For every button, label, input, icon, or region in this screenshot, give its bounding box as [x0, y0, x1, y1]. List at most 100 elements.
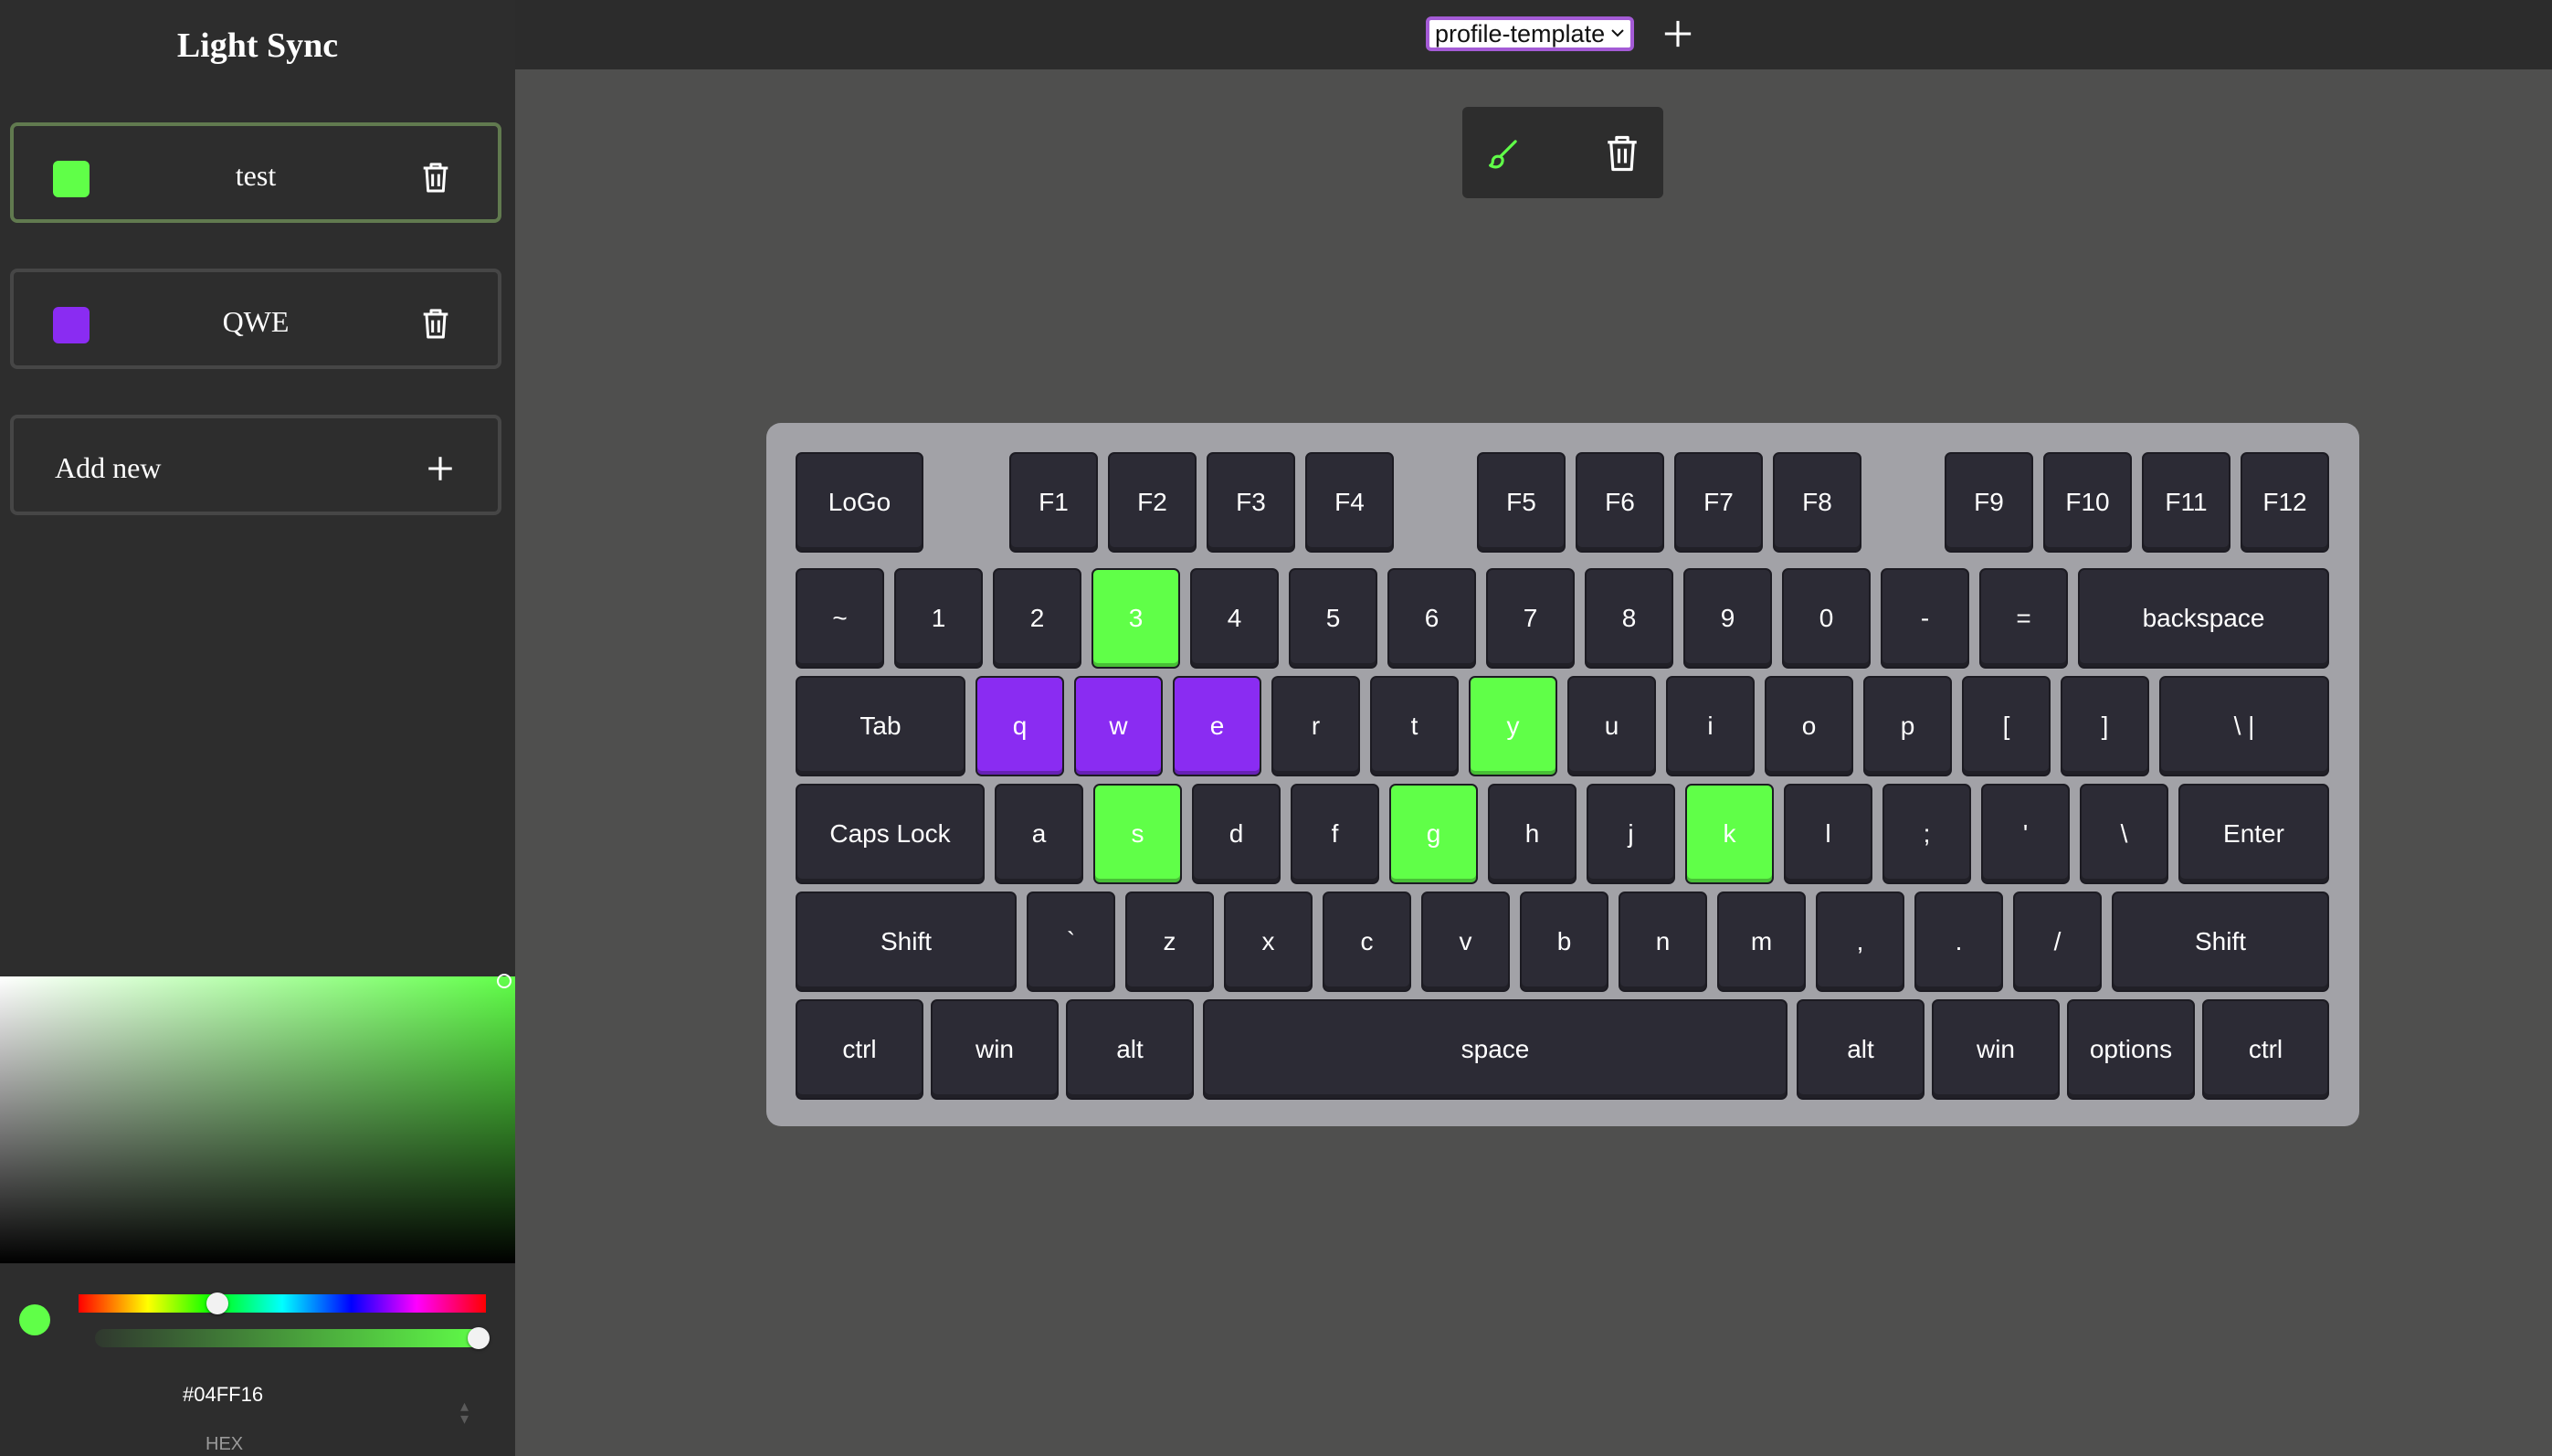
trash-icon[interactable] [417, 305, 454, 342]
key-7[interactable]: 7 [1486, 568, 1575, 669]
key-j[interactable]: j [1587, 784, 1675, 884]
key-tilde[interactable]: ~ [796, 568, 884, 669]
alpha-slider-thumb[interactable] [468, 1327, 490, 1349]
key-4[interactable]: 4 [1190, 568, 1279, 669]
profile-item-qwe[interactable]: QWE [10, 269, 501, 369]
key-2[interactable]: 2 [993, 568, 1081, 669]
key-5[interactable]: 5 [1289, 568, 1377, 669]
key-6[interactable]: 6 [1387, 568, 1476, 669]
key-e[interactable]: e [1173, 676, 1261, 776]
key-9[interactable]: 9 [1683, 568, 1772, 669]
key-period[interactable]: . [1914, 892, 2003, 992]
key-y[interactable]: y [1469, 676, 1557, 776]
key-bracket-right[interactable]: ] [2061, 676, 2149, 776]
hue-slider-thumb[interactable] [206, 1292, 228, 1314]
key-backslash[interactable]: \ [2080, 784, 2168, 884]
key-comma[interactable]: , [1816, 892, 1904, 992]
key-equals[interactable]: = [1979, 568, 2068, 669]
key-g[interactable]: g [1389, 784, 1478, 884]
key-space[interactable]: space [1203, 999, 1787, 1100]
add-new-label: Add new [55, 451, 162, 484]
saturation-handle[interactable] [497, 974, 511, 988]
key-f4[interactable]: F4 [1305, 452, 1394, 553]
key-p[interactable]: p [1863, 676, 1952, 776]
key-b[interactable]: b [1520, 892, 1608, 992]
key-0[interactable]: 0 [1782, 568, 1871, 669]
key-x[interactable]: x [1224, 892, 1313, 992]
key-f1[interactable]: F1 [1009, 452, 1098, 553]
key-t[interactable]: t [1370, 676, 1459, 776]
key-8[interactable]: 8 [1585, 568, 1673, 669]
key-a[interactable]: a [995, 784, 1083, 884]
sidebar: Light Sync test QWE Add new #04FF16 ▴ ▾ H… [0, 0, 515, 1456]
plus-icon[interactable] [425, 453, 456, 484]
key-f10[interactable]: F10 [2043, 452, 2132, 553]
key-v[interactable]: v [1421, 892, 1510, 992]
key-h[interactable]: h [1488, 784, 1577, 884]
tool-bar [1462, 107, 1663, 198]
key-f2[interactable]: F2 [1108, 452, 1197, 553]
key-minus[interactable]: - [1881, 568, 1969, 669]
key-f12[interactable]: F12 [2241, 452, 2329, 553]
key-n[interactable]: n [1619, 892, 1707, 992]
key-c[interactable]: c [1323, 892, 1411, 992]
key-u[interactable]: u [1567, 676, 1656, 776]
trash-icon[interactable] [417, 159, 454, 195]
hex-input[interactable]: #04FF16 [183, 1383, 263, 1407]
key-apostrophe[interactable]: ' [1981, 784, 2070, 884]
hex-label: HEX [206, 1434, 244, 1454]
key-options[interactable]: options [2067, 999, 2195, 1100]
key-w[interactable]: w [1074, 676, 1163, 776]
key-semicolon[interactable]: ; [1882, 784, 1971, 884]
key-3[interactable]: 3 [1091, 568, 1180, 669]
key-win-left[interactable]: win [931, 999, 1059, 1100]
color-saturation-area[interactable] [0, 976, 515, 1263]
hue-slider[interactable] [79, 1292, 486, 1314]
key-logo[interactable]: LoGo [796, 452, 923, 553]
format-toggle-arrows[interactable]: ▴ ▾ [460, 1398, 469, 1427]
key-f8[interactable]: F8 [1773, 452, 1861, 553]
key-r[interactable]: r [1271, 676, 1360, 776]
key-shift-left[interactable]: Shift [796, 892, 1017, 992]
keyboard: LoGo F1 F2 F3 F4 F5 F6 F7 F8 F9 F10 F11 … [766, 423, 2359, 1126]
key-f6[interactable]: F6 [1576, 452, 1664, 553]
key-win-right[interactable]: win [1932, 999, 2060, 1100]
profile-select[interactable]: profile-template [1426, 16, 1634, 51]
profile-item-test[interactable]: test [10, 122, 501, 223]
key-ctrl-left[interactable]: ctrl [796, 999, 923, 1100]
add-new-profile-button[interactable]: Add new [10, 415, 501, 515]
key-bracket-left[interactable]: [ [1962, 676, 2051, 776]
key-k[interactable]: k [1685, 784, 1774, 884]
key-f[interactable]: f [1291, 784, 1379, 884]
key-i[interactable]: i [1666, 676, 1755, 776]
brush-icon[interactable] [1484, 134, 1523, 173]
key-backslash-pipe[interactable]: \ | [2159, 676, 2329, 776]
add-profile-icon[interactable] [1662, 18, 1693, 49]
key-backtick[interactable]: ` [1027, 892, 1115, 992]
key-f9[interactable]: F9 [1945, 452, 2033, 553]
key-backspace[interactable]: backspace [2078, 568, 2329, 669]
key-o[interactable]: o [1765, 676, 1853, 776]
key-1[interactable]: 1 [894, 568, 983, 669]
key-d[interactable]: d [1192, 784, 1281, 884]
key-caps-lock[interactable]: Caps Lock [796, 784, 985, 884]
alpha-slider[interactable] [95, 1327, 490, 1349]
key-m[interactable]: m [1717, 892, 1806, 992]
trash-icon[interactable] [1603, 132, 1641, 174]
key-alt-left[interactable]: alt [1066, 999, 1194, 1100]
key-alt-right[interactable]: alt [1797, 999, 1925, 1100]
key-f3[interactable]: F3 [1207, 452, 1295, 553]
key-slash[interactable]: / [2013, 892, 2102, 992]
key-f5[interactable]: F5 [1477, 452, 1566, 553]
key-f11[interactable]: F11 [2142, 452, 2230, 553]
profile-select-value: profile-template [1435, 20, 1606, 47]
key-q[interactable]: q [975, 676, 1064, 776]
key-z[interactable]: z [1125, 892, 1214, 992]
key-s[interactable]: s [1093, 784, 1182, 884]
key-f7[interactable]: F7 [1674, 452, 1763, 553]
key-enter[interactable]: Enter [2178, 784, 2329, 884]
key-ctrl-right[interactable]: ctrl [2202, 999, 2329, 1100]
key-tab[interactable]: Tab [796, 676, 965, 776]
key-shift-right[interactable]: Shift [2112, 892, 2329, 992]
key-l[interactable]: l [1784, 784, 1872, 884]
